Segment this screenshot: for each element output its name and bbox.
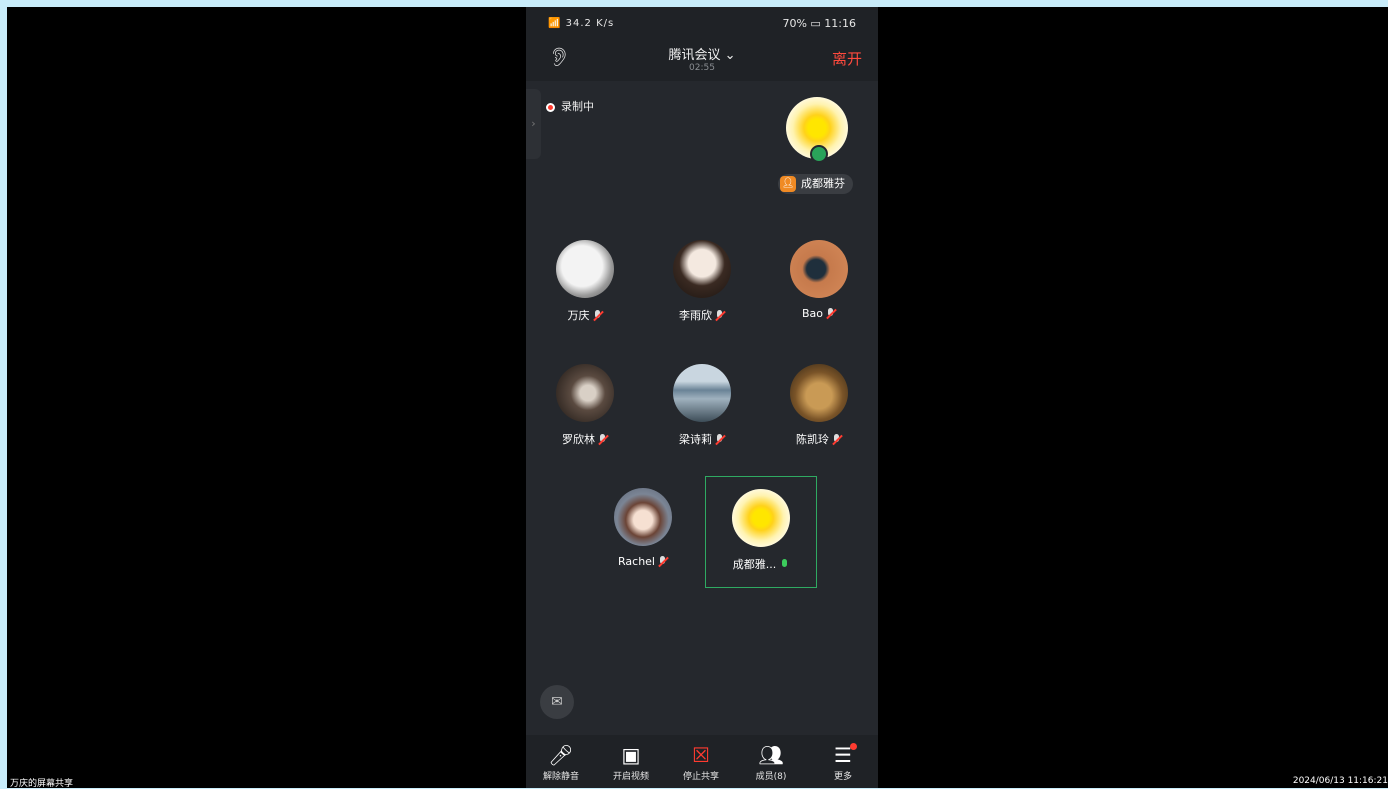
mic-off-icon <box>825 308 836 320</box>
status-left: 📶 34.2 K/s <box>548 18 615 29</box>
notification-dot <box>850 743 857 750</box>
avatar <box>614 488 672 546</box>
participant-tile[interactable]: Bao <box>764 234 874 344</box>
meeting-header: 👂︎ 腾讯会议 ⌄ 02:55 离开 <box>526 41 878 81</box>
unmute-button[interactable]: 🎤︎ 解除静音 <box>526 741 596 782</box>
members-icon: 👥︎ <box>758 743 784 767</box>
participant-tile[interactable]: 罗欣林 <box>530 358 640 468</box>
record-dot-icon <box>546 102 555 112</box>
mic-off-icon <box>592 310 603 322</box>
participant-tile-self[interactable]: 成都雅... <box>705 476 817 588</box>
status-right: 70% ▭ 11:16 <box>782 17 856 30</box>
start-video-button[interactable]: ▣ 开启视频 <box>596 741 666 782</box>
phone-screen: 📶 34.2 K/s 70% ▭ 11:16 👂︎ 腾讯会议 ⌄ 02:55 离… <box>526 7 878 788</box>
avatar <box>790 240 848 298</box>
chevron-down-icon: ⌄ <box>724 48 736 63</box>
avatar <box>790 364 848 422</box>
bottom-toolbar: 🎤︎ 解除静音 ▣ 开启视频 ☒ 停止共享 👥︎ 成员(8) ☰ 更多 <box>526 735 878 788</box>
mic-off-icon <box>597 434 608 446</box>
side-panel-handle[interactable]: › <box>526 89 541 159</box>
meeting-timer: 02:55 <box>689 63 715 73</box>
timestamp: 2024/06/13 11:16:21 <box>1292 776 1388 786</box>
mic-off-icon <box>714 310 725 322</box>
stop-share-icon: ☒ <box>692 743 710 767</box>
host-tag: 👤︎ 成都雅芬 <box>778 174 853 194</box>
mic-off-icon <box>831 434 842 446</box>
mic-off-icon <box>657 556 668 568</box>
more-button[interactable]: ☰ 更多 <box>808 741 878 782</box>
host-icon: 👤︎ <box>780 176 796 192</box>
avatar <box>786 97 848 163</box>
participant-tile[interactable]: 陈凯玲 <box>764 358 874 468</box>
menu-icon: ☰ <box>808 741 878 769</box>
avatar <box>673 240 731 298</box>
stop-share-button[interactable]: ☒ 停止共享 <box>666 741 736 782</box>
participant-tile[interactable]: 李雨欣 <box>647 234 757 344</box>
avatar <box>556 364 614 422</box>
recording-indicator: 录制中 <box>546 98 594 114</box>
avatar <box>556 240 614 298</box>
video-off-icon: ▣ <box>621 743 641 767</box>
members-button[interactable]: 👥︎ 成员(8) <box>736 741 806 782</box>
participant-tile[interactable]: 梁诗莉 <box>647 358 757 468</box>
mic-on-icon <box>779 559 789 571</box>
status-bar: 📶 34.2 K/s 70% ▭ 11:16 <box>526 7 878 41</box>
active-speaker[interactable] <box>784 97 850 163</box>
avatar <box>673 364 731 422</box>
participant-tile[interactable]: Rachel <box>588 482 698 592</box>
participant-tile[interactable]: 万庆 <box>530 234 640 344</box>
chat-icon[interactable]: ✉︎ <box>540 685 574 719</box>
share-status: 万庆的屏幕共享 <box>10 779 74 789</box>
mic-active-icon <box>810 145 828 163</box>
mic-off-icon: 🎤︎ <box>548 743 574 767</box>
mic-off-icon <box>714 434 725 446</box>
avatar <box>732 489 790 547</box>
leave-button[interactable]: 离开 <box>832 48 862 69</box>
meeting-title[interactable]: 腾讯会议 ⌄ <box>526 44 878 63</box>
